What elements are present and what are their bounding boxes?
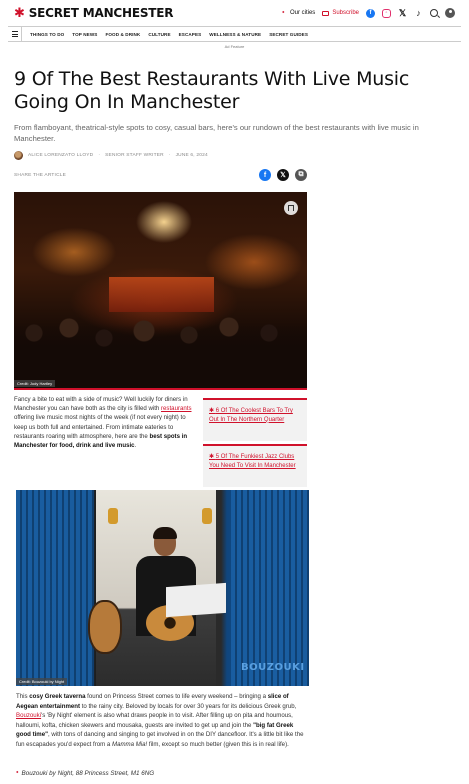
article-headline: 9 Of The Best Restaurants With Live Musi… (14, 68, 410, 113)
section-text: This (16, 693, 30, 700)
image-credit: Credit: Bouzouki by Night (16, 678, 68, 685)
blue-shutter-shape (16, 490, 94, 686)
author-avatar[interactable] (14, 151, 23, 160)
author-name[interactable]: ALICE LORENZATO LLOYD (28, 153, 93, 158)
byline: ALICE LORENZATO LLOYD · SENIOR STAFF WRI… (14, 151, 208, 160)
article-standfirst: From flamboyant, theatrical-style spots … (14, 123, 419, 143)
restaurants-link[interactable]: restaurants (161, 405, 191, 412)
section-bold-text: cosy Greek taverna (29, 693, 86, 700)
intro-text: . (134, 442, 137, 450)
star-icon: ✱ (209, 454, 216, 460)
lantern-shape (202, 508, 212, 524)
nav-items: THINGS TO DO TOP NEWS FOOD & DRINK CULTU… (22, 32, 308, 37)
main-nav: THINGS TO DO TOP NEWS FOOD & DRINK CULTU… (8, 26, 461, 42)
address-text: Bouzouki by Night, 88 Princess Street, M… (21, 769, 155, 777)
nav-item-top-news[interactable]: TOP NEWS (72, 32, 97, 37)
related-article-title: 5 Of The Funkiest Jazz Clubs You Need To… (209, 454, 296, 469)
related-articles: ✱ 6 Of The Coolest Bars To Try Out In Th… (203, 398, 307, 490)
byline-separator: · (168, 153, 171, 158)
nav-item-food-drink[interactable]: FOOD & DRINK (105, 32, 140, 37)
instagram-icon[interactable]: ◦ (382, 8, 391, 18)
share-icons: f 𝕏 ⧉ (259, 169, 307, 181)
section-text: film, except so much better (given this … (147, 740, 289, 748)
tiktok-icon[interactable]: ♪ (414, 8, 423, 18)
ad-feature-label: Ad Feature (224, 44, 245, 49)
related-article-link[interactable]: ✱ 6 Of The Coolest Bars To Try Out In Th… (203, 398, 307, 441)
menu-hamburger-icon[interactable] (8, 27, 22, 41)
bouzouki-image: BOUZOUKI (16, 490, 309, 686)
venue-address: ⬩ Bouzouki by Night, 88 Princess Street,… (16, 769, 154, 777)
blue-shutter-shape (231, 490, 309, 686)
wall-guitar-shape (88, 600, 122, 654)
publish-date: JUNE 6, 2024 (175, 153, 208, 158)
location-pin-icon: ⬩ (16, 769, 19, 776)
facebook-icon[interactable]: f (366, 8, 375, 18)
subscribe-button[interactable]: Subscribe (322, 10, 359, 16)
byline-separator: · (98, 153, 101, 158)
author-role: SENIOR STAFF WRITER (105, 153, 164, 158)
section-italic-text: Mamma Mia! (112, 740, 148, 748)
share-x-icon[interactable]: 𝕏 (277, 169, 289, 181)
bouzouki-watermark: BOUZOUKI (241, 662, 305, 673)
related-article-link[interactable]: ✱ 5 Of The Funkiest Jazz Clubs You Need … (203, 444, 307, 487)
share-copy-link-icon[interactable]: ⧉ (295, 169, 307, 181)
crowd-shape (14, 303, 307, 388)
mail-icon (322, 10, 330, 16)
divider (14, 388, 307, 390)
share-label: SHARE THE ARTICLE (14, 172, 67, 178)
hair-shape (153, 527, 177, 539)
logo-star-icon: ✱ (14, 5, 25, 21)
nav-item-things-to-do[interactable]: THINGS TO DO (30, 32, 64, 37)
star-icon: ✱ (209, 408, 216, 414)
x-twitter-icon[interactable]: 𝕏 (398, 8, 407, 18)
share-bar: SHARE THE ARTICLE f 𝕏 ⧉ (14, 168, 307, 182)
section-text: to the rainy city. Beloved by locals for… (80, 702, 297, 710)
hero-image-live-band (14, 192, 307, 388)
nav-item-escapes[interactable]: ESCAPES (179, 32, 202, 37)
lantern-shape (108, 508, 118, 524)
section-text: found on Princess Street comes to life e… (85, 693, 268, 700)
section-text: 's 'By Night' element is also what draws… (16, 712, 293, 729)
our-cities-label: Our cities (289, 10, 316, 16)
section-paragraph: This cosy Greek taverna found on Princes… (16, 692, 308, 750)
site-logo[interactable]: ✱ SECRET MANCHESTER (14, 5, 174, 21)
subscribe-label: Subscribe (332, 10, 359, 16)
music-stand-shape (166, 582, 226, 618)
top-header: ✱ SECRET MANCHESTER ⬩ Our cities Subscri… (0, 0, 469, 26)
nav-item-secret-guides[interactable]: SECRET GUIDES (269, 32, 308, 37)
location-pin-icon: ⬩ (281, 9, 285, 16)
search-icon[interactable] (430, 9, 438, 17)
nav-item-wellness-nature[interactable]: WELLNESS & NATURE (209, 32, 261, 37)
share-facebook-icon[interactable]: f (259, 169, 271, 181)
image-credit: Credit: Jody Hartley (14, 380, 56, 387)
bookmark-icon[interactable] (284, 201, 298, 215)
bouzouki-link[interactable]: Bouzouki (16, 712, 41, 719)
related-article-title: 6 Of The Coolest Bars To Try Out In The … (209, 408, 293, 423)
header-actions: ⬩ Our cities Subscribe f ◦ 𝕏 ♪ (282, 8, 455, 18)
logo-text: SECRET MANCHESTER (28, 6, 174, 20)
our-cities-button[interactable]: ⬩ Our cities (281, 9, 316, 16)
user-account-icon[interactable] (445, 8, 455, 18)
intro-paragraph: Fancy a bite to eat with a side of music… (14, 395, 199, 450)
nav-item-culture[interactable]: CULTURE (148, 32, 170, 37)
